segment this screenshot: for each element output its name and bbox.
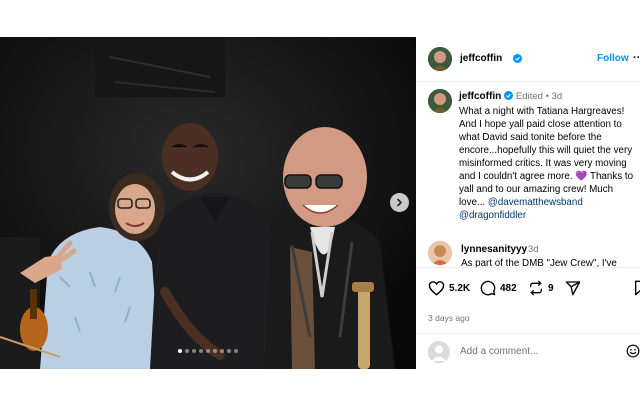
carousel-dot — [185, 349, 189, 353]
verified-badge-icon — [504, 91, 513, 100]
heart-icon — [428, 281, 445, 296]
carousel-dot — [192, 349, 196, 353]
comment-text: As part of the DMB "Jew Crew", I've — [461, 258, 617, 267]
emoji-icon[interactable] — [626, 344, 640, 358]
bookmark-icon — [635, 280, 640, 296]
commenter-username[interactable]: lynnesanityyy — [461, 244, 527, 255]
edited-label: Edited — [516, 91, 543, 102]
caption-and-comments[interactable]: jeffcoffin Edited • 3d What a night with… — [416, 83, 640, 267]
like-button[interactable]: 5.2K — [428, 280, 470, 296]
avatar-image — [428, 89, 452, 113]
caption-meta: Edited • 3d — [516, 91, 562, 102]
author-username[interactable]: jeffcoffin — [460, 53, 502, 64]
chevron-right-icon — [397, 198, 402, 207]
like-count: 5.2K — [449, 282, 471, 294]
instagram-post: jeffcoffin Follow ··· jeffcoffin — [0, 37, 640, 369]
comment-button[interactable]: 482 — [480, 280, 517, 296]
carousel-dot — [178, 349, 182, 353]
caption-username[interactable]: jeffcoffin — [459, 91, 501, 102]
current-user-avatar — [428, 341, 450, 363]
action-bar: 5.2K 482 9 3 days ago — [416, 267, 640, 333]
commenter-avatar[interactable] — [428, 241, 452, 265]
comment-composer — [416, 333, 640, 369]
purple-heart-emoji: 💜 — [575, 171, 588, 182]
save-button[interactable] — [634, 280, 640, 296]
mention-link[interactable]: @dragonfiddler — [459, 210, 526, 221]
carousel-dot — [206, 349, 210, 353]
comment-count: 482 — [500, 282, 517, 294]
caption-time: 3d — [551, 91, 563, 102]
mention-link[interactable]: @davematthewsband — [488, 197, 583, 208]
post-header: jeffcoffin Follow ··· — [416, 37, 640, 82]
repost-button[interactable]: 9 — [528, 280, 554, 296]
caption-author-avatar[interactable] — [428, 89, 452, 113]
more-options-button[interactable]: ··· — [633, 52, 640, 64]
meta-separator: • — [545, 91, 549, 102]
carousel-dot — [199, 349, 203, 353]
comment-input[interactable] — [460, 342, 620, 360]
comment-icon — [480, 280, 496, 296]
carousel-dot — [220, 349, 224, 353]
repost-count: 9 — [548, 282, 554, 294]
post-side-panel: jeffcoffin Follow ··· jeffcoffin — [416, 37, 640, 369]
carousel-indicator — [0, 349, 416, 353]
comment-time: 3d — [528, 244, 539, 255]
share-button[interactable] — [565, 280, 581, 296]
avatar-image — [428, 47, 452, 71]
share-icon — [565, 281, 581, 296]
default-avatar-icon — [428, 341, 450, 363]
verified-badge-icon — [513, 54, 522, 63]
avatar-image — [428, 241, 452, 265]
post-date: 3 days ago — [428, 313, 470, 323]
repost-icon — [530, 280, 542, 296]
carousel-next-button[interactable] — [390, 193, 409, 212]
photo-illustration — [0, 37, 416, 369]
caption-text: What a night with Tatiana Hargreaves! An… — [459, 105, 637, 222]
post-photo[interactable] — [0, 37, 416, 369]
carousel-dot — [213, 349, 217, 353]
carousel-dot — [227, 349, 231, 353]
author-avatar[interactable] — [428, 47, 452, 71]
carousel-dot — [234, 349, 238, 353]
follow-button[interactable]: Follow — [597, 53, 629, 64]
